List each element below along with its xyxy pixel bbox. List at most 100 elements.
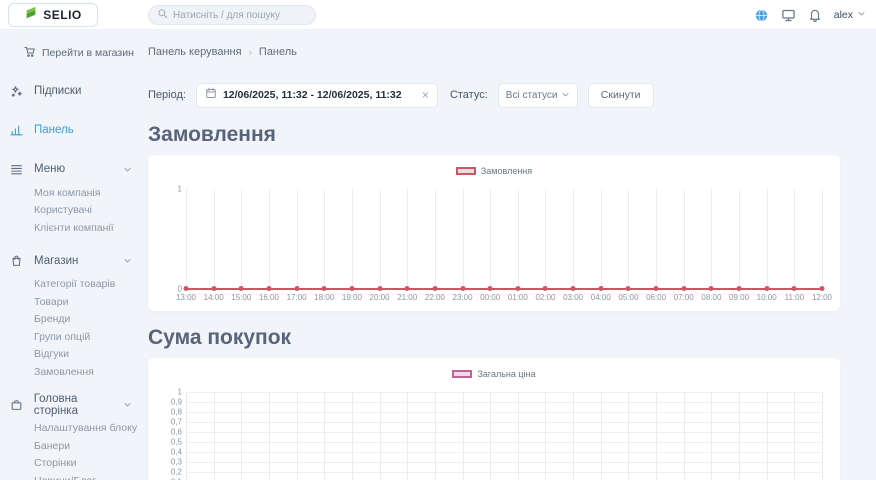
orders-x-axis: 13:0014:0015:0016:0017:0018:0019:0020:00… (186, 289, 822, 303)
orders-plot: 10 (166, 189, 822, 289)
sidebar-subitem[interactable]: Групи опцій (0, 328, 148, 346)
sidebar-item-label: Головна сторінка (34, 393, 123, 417)
data-point (377, 286, 382, 291)
data-point (598, 286, 603, 291)
sidebar-subitem[interactable]: Користувачі (0, 202, 148, 220)
orders-chart-area (186, 189, 822, 289)
username: alex (834, 9, 853, 21)
orders-chart-card: Замовлення 10 13:0014:0015:0016:0017:001… (148, 155, 840, 311)
x-tick-label: 11:00 (785, 293, 804, 302)
sidebar-subitem[interactable]: Сторінки (0, 455, 148, 473)
purchases-chart-card: Загальна ціна 10,90,80,70,60,50,40,30,20… (148, 358, 840, 480)
sidebar-subitem[interactable]: Моя компанія (0, 184, 148, 202)
go-to-store-link[interactable]: Перейти в магазин (24, 44, 148, 62)
data-point (737, 286, 742, 291)
data-point (792, 286, 797, 291)
x-tick-label: 12:00 (812, 293, 832, 302)
x-tick-label: 03:00 (563, 293, 583, 302)
breadcrumb-item-dashboard[interactable]: Панель керування (148, 46, 242, 58)
top-header: SELIO alex (0, 0, 876, 30)
y-tick-label: 0,6 (171, 428, 182, 437)
x-tick-label: 22:00 (425, 293, 445, 302)
status-value: Всі статуси (506, 90, 558, 101)
sidebar-item-label: Панель (34, 124, 74, 136)
y-tick-label: 0,7 (171, 418, 182, 427)
x-tick-label: 23:00 (453, 293, 473, 302)
x-tick-label: 07:00 (674, 293, 694, 302)
data-point (460, 286, 465, 291)
data-point (349, 286, 354, 291)
sidebar-item-label: Підписки (34, 85, 81, 97)
sidebar-item-homepage[interactable]: Головна сторінка (0, 390, 148, 420)
sidebar-subitem[interactable]: Категорії товарів (0, 276, 148, 294)
sidebar-item-dashboard[interactable]: Панель (0, 115, 148, 145)
data-point (820, 286, 825, 291)
x-tick-label: 19:00 (342, 293, 362, 302)
purchases-legend[interactable]: Загальна ціна (166, 358, 822, 392)
search-icon (157, 6, 168, 24)
orders-legend[interactable]: Замовлення (166, 155, 822, 189)
search-input[interactable] (173, 10, 307, 21)
reset-button[interactable]: Скинути (588, 83, 654, 108)
period-range-input[interactable]: 12/06/2025, 11:32 - 12/06/2025, 11:32 × (196, 83, 438, 108)
sidebar-item-menu[interactable]: Меню (0, 154, 148, 184)
list-icon (10, 163, 25, 176)
data-point (432, 286, 437, 291)
calendar-icon (205, 86, 217, 104)
chevron-down-icon (123, 165, 132, 174)
purchases-section-title: Сума покупок (148, 326, 840, 350)
data-point (239, 286, 244, 291)
breadcrumb-item-panel[interactable]: Панель (259, 46, 297, 58)
sidebar-subitem[interactable]: Товари (0, 293, 148, 311)
purchases-y-axis: 10,90,80,70,60,50,40,30,20,10 (166, 392, 186, 480)
data-point (322, 286, 327, 291)
x-tick-label: 08:00 (701, 293, 721, 302)
global-search[interactable] (148, 5, 316, 25)
data-point (626, 286, 631, 291)
sidebar-subitem[interactable]: Налаштування блоку (0, 420, 148, 438)
sidebar-subitem[interactable]: Замовлення (0, 363, 148, 381)
breadcrumb-separator: › (249, 47, 252, 58)
status-select[interactable]: Всі статуси (498, 83, 578, 108)
purchases-legend-label: Загальна ціна (477, 369, 535, 379)
main-content: Панель керування › Панель Період: 12/06/… (148, 30, 876, 480)
x-tick-label: 20:00 (370, 293, 390, 302)
x-tick-label: 00:00 (480, 293, 500, 302)
monitor-icon[interactable] (781, 8, 796, 23)
chevron-down-icon (123, 400, 132, 409)
bag-icon (10, 254, 25, 267)
sidebar-nav: Підписки Панель Меню Моя компаніяКористувач… (0, 76, 148, 480)
y-tick-label: 0,9 (171, 398, 182, 407)
user-menu[interactable]: alex (834, 9, 866, 21)
status-label: Статус: (450, 89, 488, 101)
chevron-down-icon (561, 86, 570, 104)
x-tick-label: 02:00 (535, 293, 555, 302)
data-point (515, 286, 520, 291)
logo[interactable]: SELIO (8, 3, 98, 27)
sidebar-subitem[interactable]: Бренди (0, 311, 148, 329)
sidebar-item-subscriptions[interactable]: Підписки (0, 76, 148, 106)
orders-section-title: Замовлення (148, 123, 840, 147)
sidebar-subitem[interactable]: Банери (0, 437, 148, 455)
data-point (294, 286, 299, 291)
clear-period-icon[interactable]: × (422, 89, 429, 101)
data-point (488, 286, 493, 291)
data-point (681, 286, 686, 291)
x-tick-label: 15:00 (231, 293, 251, 302)
selio-logo-icon (24, 5, 38, 25)
purchases-plot: 10,90,80,70,60,50,40,30,20,10 (166, 392, 822, 480)
data-point (571, 286, 576, 291)
sidebar-subitem[interactable]: Новини/Блог (0, 472, 148, 480)
y-tick-label: 0,4 (171, 448, 182, 457)
sidebar-item-label: Меню (34, 163, 65, 175)
data-point (709, 286, 714, 291)
y-tick-label: 1 (178, 185, 182, 194)
sidebar-subitem[interactable]: Відгуки (0, 346, 148, 364)
notifications-bell-icon[interactable] (808, 8, 822, 22)
filter-bar: Період: 12/06/2025, 11:32 - 12/06/2025, … (148, 82, 840, 108)
y-tick-label: 0,2 (171, 468, 182, 477)
sidebar-subitem[interactable]: Клієнти компанії (0, 219, 148, 237)
sidebar-item-store[interactable]: Магазин (0, 246, 148, 276)
sidebar: Перейти в магазин Підписки Панель Меню Моя … (0, 30, 148, 480)
language-globe-icon[interactable] (754, 8, 769, 23)
